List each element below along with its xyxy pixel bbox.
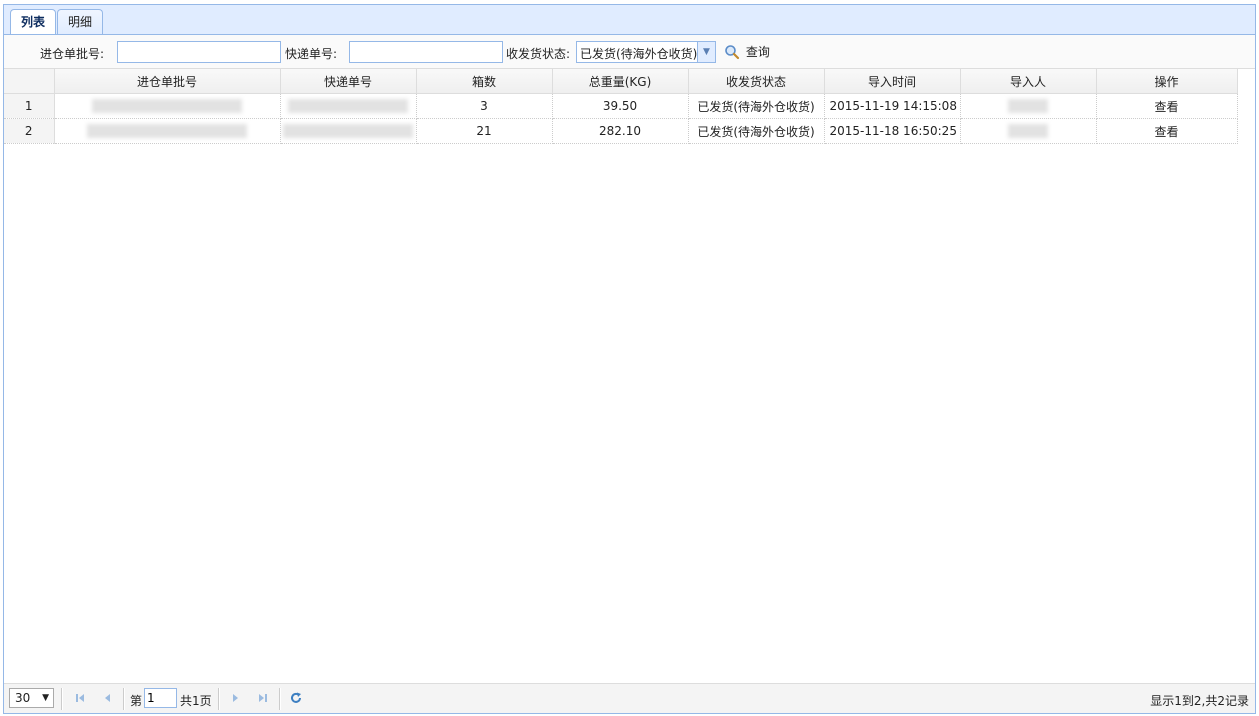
express-number-label: 快递单号: — [285, 47, 338, 61]
data-table: 进仓单批号 快递单号 箱数 总重量(KG) 收发货状态 导入时间 导入人 操作 … — [4, 69, 1238, 144]
shipping-status-select[interactable]: 已发货(待海外仓收货) ▼ — [576, 41, 716, 63]
search-icon — [724, 44, 740, 60]
column-header-action[interactable]: 操作 — [1096, 69, 1238, 94]
pagination-bar: 30 ▼ 第 共1页 显示1到2,共2记录 — [4, 683, 1255, 713]
import-time-text: 2015-11-19 14:15:08 — [829, 99, 957, 113]
row-number: 1 — [4, 93, 55, 119]
weight-cell: 282.10 — [552, 118, 689, 144]
batch-number-cell-redacted — [54, 93, 281, 119]
page-size-select[interactable]: 30 ▼ — [9, 688, 54, 708]
tab-detail[interactable]: 明细 — [57, 9, 104, 35]
table-header-row: 进仓单批号 快递单号 箱数 总重量(KG) 收发货状态 导入时间 导入人 操作 — [4, 69, 1238, 94]
express-number-input[interactable] — [349, 41, 503, 63]
express-number-cell-redacted — [280, 93, 417, 119]
express-number-cell-redacted — [280, 118, 417, 144]
pager-separator — [61, 688, 63, 710]
list-panel: 进仓单批号: 快递单号: 收发货状态: 已发货(待海外仓收货) ▼ 查询 进仓单… — [3, 34, 1256, 714]
status-cell: 已发货(待海外仓收货) — [688, 118, 825, 144]
batch-number-cell-redacted — [54, 118, 281, 144]
page-size-value: 30 — [15, 691, 31, 705]
row-number: 2 — [4, 118, 55, 144]
view-link[interactable]: 查看 — [1096, 118, 1238, 144]
import-time-cell: 2015-11-18 16:50:25 — [824, 118, 961, 144]
first-page-icon[interactable] — [72, 690, 88, 706]
view-link[interactable]: 查看 — [1096, 93, 1238, 119]
import-time-text: 2015-11-18 16:50:25 — [829, 124, 957, 138]
tab-strip: 列表 明细 — [3, 4, 1256, 36]
table-row[interactable]: 2 21 282.10 已发货(待海外仓收货) 2015-11-18 16:50… — [4, 118, 1238, 144]
pager-separator — [123, 688, 125, 710]
rownumber-header — [4, 69, 55, 94]
next-page-icon[interactable] — [228, 690, 244, 706]
chevron-down-icon[interactable]: ▼ — [697, 42, 715, 62]
data-grid: 进仓单批号 快递单号 箱数 总重量(KG) 收发货状态 导入时间 导入人 操作 … — [4, 69, 1255, 144]
page-prefix-label: 第 — [130, 694, 143, 708]
search-button-label: 查询 — [745, 45, 770, 59]
batch-number-label: 进仓单批号: — [40, 47, 105, 61]
boxes-cell: 3 — [416, 93, 553, 119]
table-row[interactable]: 1 3 39.50 已发货(待海外仓收货) 2015-11-19 14:15:0… — [4, 93, 1238, 119]
column-header-importer[interactable]: 导入人 — [960, 69, 1097, 94]
previous-page-icon[interactable] — [99, 690, 115, 706]
batch-number-input[interactable] — [117, 41, 281, 63]
search-toolbar: 进仓单批号: 快递单号: 收发货状态: 已发货(待海外仓收货) ▼ 查询 — [4, 35, 1255, 69]
shipping-status-value: 已发货(待海外仓收货) — [580, 47, 698, 61]
boxes-cell: 21 — [416, 118, 553, 144]
status-cell: 已发货(待海外仓收货) — [688, 93, 825, 119]
page-number-input[interactable] — [144, 688, 177, 708]
column-header-status[interactable]: 收发货状态 — [688, 69, 825, 94]
column-header-batch[interactable]: 进仓单批号 — [54, 69, 281, 94]
tab-list[interactable]: 列表 — [10, 9, 57, 36]
shipping-status-label: 收发货状态: — [506, 47, 571, 61]
chevron-down-icon: ▼ — [42, 693, 49, 703]
weight-cell: 39.50 — [552, 93, 689, 119]
importer-cell-redacted — [960, 118, 1097, 144]
pager-separator — [279, 688, 281, 710]
refresh-icon[interactable] — [288, 690, 304, 706]
importer-cell-redacted — [960, 93, 1097, 119]
search-button[interactable]: 查询 — [724, 43, 770, 63]
pager-separator — [218, 688, 220, 710]
record-info-text: 显示1到2,共2记录 — [1150, 694, 1249, 708]
column-header-express[interactable]: 快递单号 — [280, 69, 417, 94]
column-header-import-time[interactable]: 导入时间 — [824, 69, 961, 94]
import-time-cell: 2015-11-19 14:15:08 — [824, 93, 961, 119]
page-total-label: 共1页 — [180, 694, 212, 708]
column-header-boxes[interactable]: 箱数 — [416, 69, 553, 94]
last-page-icon[interactable] — [255, 690, 271, 706]
column-header-weight[interactable]: 总重量(KG) — [552, 69, 689, 94]
